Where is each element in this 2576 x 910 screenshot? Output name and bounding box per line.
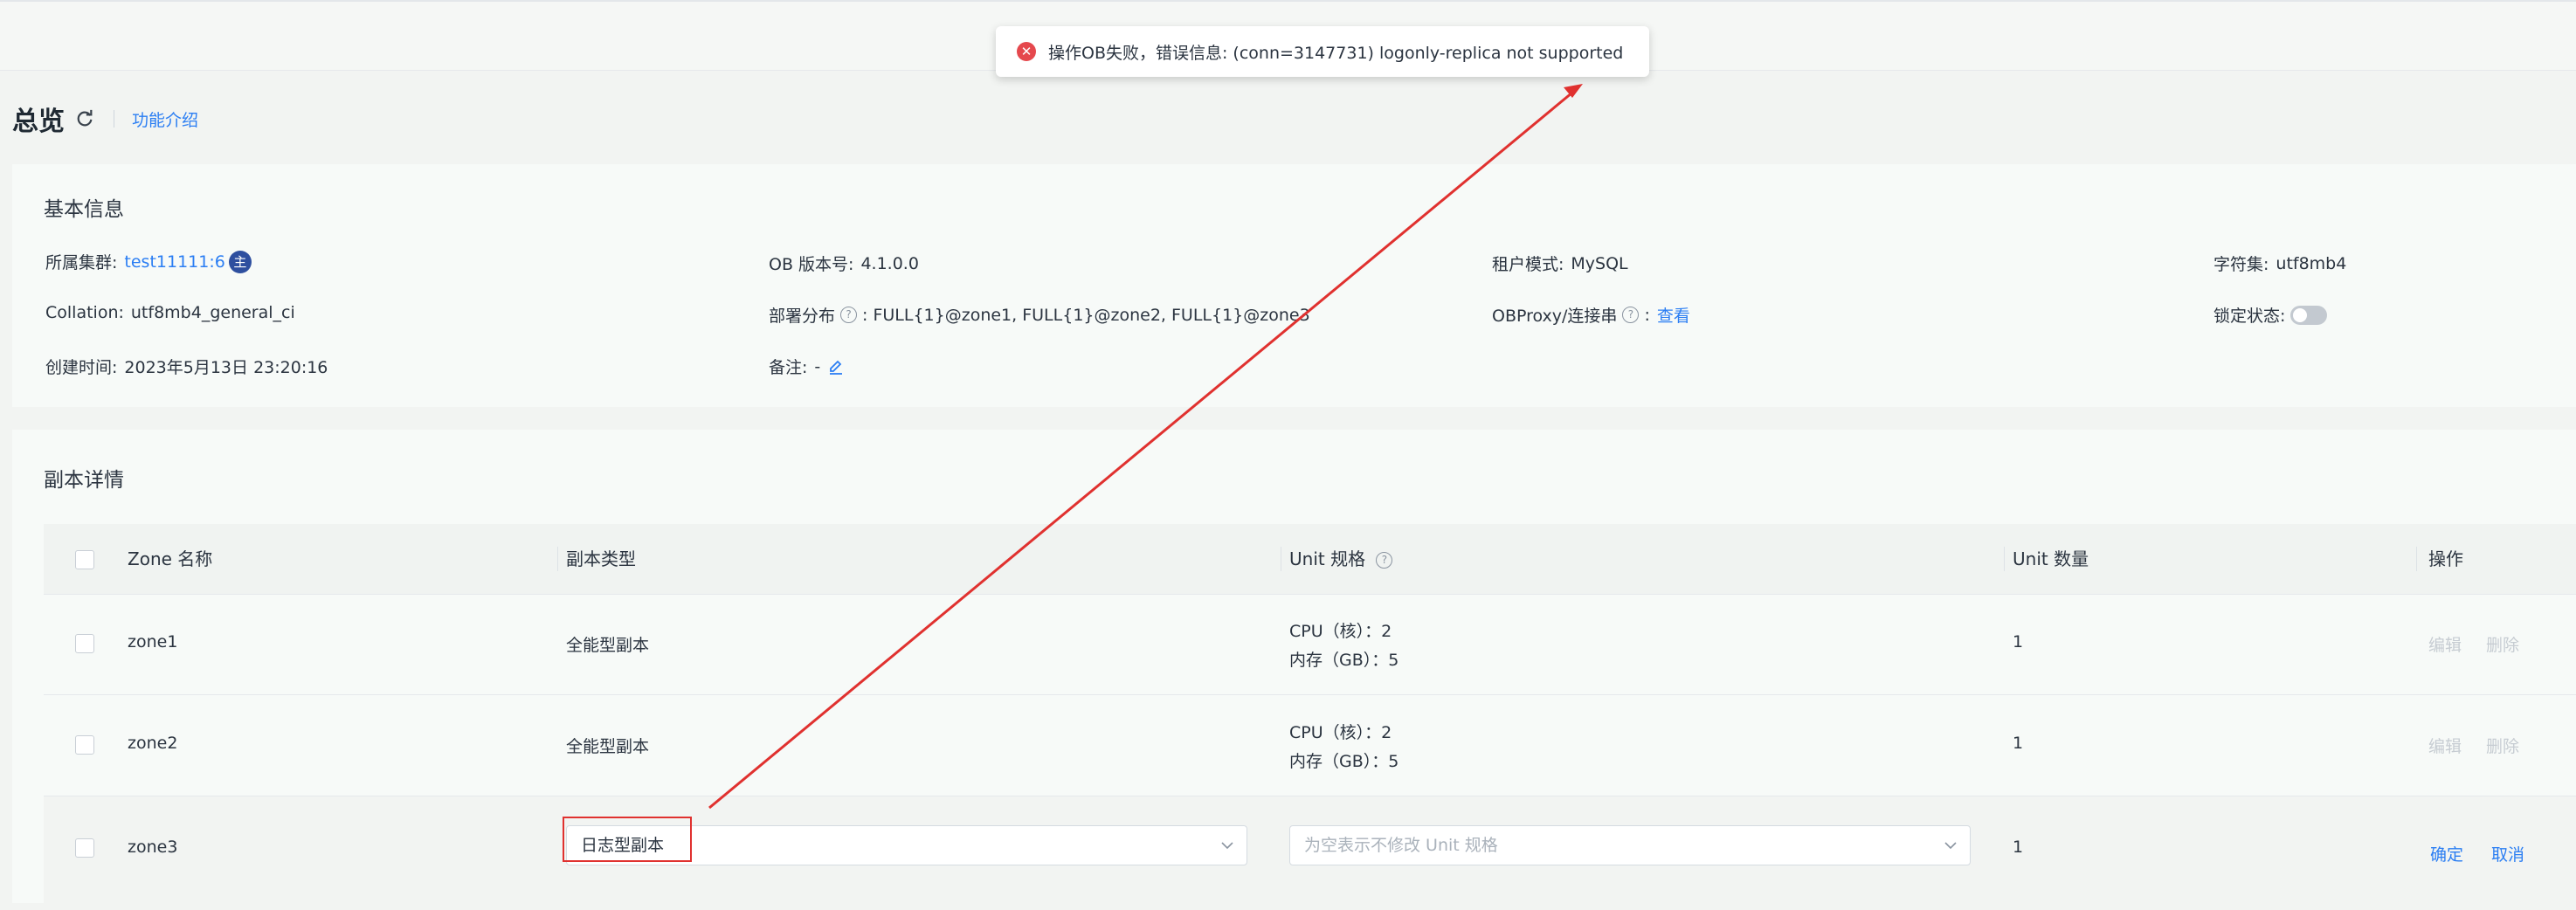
confirm-button[interactable]: 确定 (2430, 842, 2463, 865)
column-header-unit-spec: Unit 规格 ? (1289, 524, 1398, 594)
refresh-icon[interactable] (75, 109, 94, 128)
remark-value: - (814, 356, 821, 376)
charset-field: 字符集: utf8mb4 (2213, 252, 2346, 275)
help-circle-icon[interactable]: ? (840, 307, 858, 323)
zone-name: zone1 (128, 632, 178, 651)
created-label: 创建时间: (45, 358, 118, 377)
lock-field: 锁定状态: (2213, 303, 2328, 327)
error-toast: ✕ 操作OB失败，错误信息: (conn=3147731) logonly-re… (996, 26, 1649, 77)
version-value: 4.1.0.0 (860, 253, 919, 273)
replica-card: 副本详情 Zone 名称 副本类型 Unit 规格 ? Unit 数量 操作 z… (12, 430, 2576, 910)
unit-memory: 内存（GB）：5 (1289, 651, 1399, 670)
unit-cpu: CPU（核）：2 (1289, 622, 1392, 641)
cluster-link[interactable]: test11111:6 (124, 252, 224, 272)
chevron-down-icon (1221, 842, 1233, 850)
help-link[interactable]: 功能介绍 (132, 107, 198, 131)
column-divider (2004, 547, 2005, 571)
remark-label: 备注: (769, 358, 808, 377)
remark-field: 备注: - (769, 355, 845, 378)
collation-label: Collation: (45, 303, 124, 322)
collation-value: utf8mb4_general_ci (130, 303, 295, 322)
basic-info-title: 基本信息 (44, 198, 124, 221)
help-circle-icon[interactable]: ? (1376, 552, 1393, 569)
collation-field: Collation: utf8mb4_general_ci (45, 303, 295, 322)
tenant-mode-field: 租户模式: MySQL (1492, 252, 1628, 275)
cancel-button[interactable]: 取消 (2491, 842, 2524, 865)
replica-type: 全能型副本 (566, 636, 650, 655)
created-field: 创建时间: 2023年5月13日 23:20:16 (45, 355, 328, 378)
charset-label: 字符集: (2213, 255, 2269, 274)
table-row: zone1 全能型副本 CPU（核）：2 内存（GB）：5 1 编辑 删除 (44, 594, 2576, 695)
cluster-field: 所属集群: test11111:6 主 (45, 250, 252, 273)
unit-spec-select[interactable]: 为空表示不修改 Unit 规格 (1289, 825, 1971, 865)
unit-spec-label: Unit 规格 (1289, 548, 1366, 569)
tenant-mode-value: MySQL (1571, 253, 1628, 273)
page-title: 总览 (12, 107, 65, 137)
select-all-checkbox[interactable] (75, 550, 94, 569)
unit-count: 1 (2013, 838, 2024, 857)
column-header-unit-count: Unit 数量 (2013, 548, 2089, 569)
tenant-mode-label: 租户模式: (1492, 255, 1564, 274)
edit-button[interactable]: 编辑 (2428, 734, 2462, 757)
delete-button[interactable]: 删除 (2486, 734, 2519, 757)
unit-spec-placeholder: 为空表示不修改 Unit 规格 (1304, 836, 1498, 855)
charset-value: utf8mb4 (2276, 253, 2347, 273)
unit-count: 1 (2013, 734, 2024, 753)
column-header-zone: Zone 名称 (128, 548, 213, 569)
row-checkbox[interactable] (75, 735, 94, 755)
cluster-label: 所属集群: (45, 253, 118, 272)
primary-badge: 主 (228, 250, 252, 273)
unit-count: 1 (2013, 632, 2024, 651)
error-circle-icon: ✕ (1017, 42, 1036, 61)
table-row-editing: zone3 日志型副本 为空表示不修改 Unit 规格 1 确定 取消 (44, 796, 2576, 910)
version-field: OB 版本号: 4.1.0.0 (769, 252, 919, 275)
column-header-actions: 操作 (2428, 548, 2463, 569)
edit-pencil-icon[interactable] (827, 358, 845, 376)
deploy-value: : FULL{1}@zone1, FULL{1}@zone2, FULL{1}@… (862, 305, 1310, 325)
obproxy-field: OBProxy/连接串 ? : 查看 (1492, 303, 1690, 327)
obproxy-view-link[interactable]: 查看 (1657, 303, 1690, 327)
basic-info-card: 基本信息 所属集群: test11111:6 主 OB 版本号: 4.1.0.0… (12, 164, 2576, 407)
row-checkbox[interactable] (75, 838, 94, 858)
lock-toggle[interactable] (2290, 305, 2328, 325)
column-header-type: 副本类型 (566, 548, 636, 569)
lock-label: 锁定状态: (2213, 307, 2286, 326)
table-header: Zone 名称 副本类型 Unit 规格 ? Unit 数量 操作 (44, 524, 2576, 595)
replica-title: 副本详情 (44, 469, 124, 492)
row-checkbox[interactable] (75, 634, 94, 653)
delete-button[interactable]: 删除 (2486, 632, 2519, 656)
edit-button[interactable]: 编辑 (2428, 632, 2462, 656)
toast-message: 操作OB失败，错误信息: (conn=3147731) logonly-repl… (1048, 43, 1624, 63)
column-divider (2416, 547, 2417, 571)
zone-name: zone3 (128, 838, 178, 857)
chevron-down-icon (1944, 842, 1957, 850)
column-divider (557, 547, 558, 571)
unit-cpu: CPU（核）：2 (1289, 723, 1392, 742)
replica-type: 全能型副本 (566, 737, 650, 756)
created-value: 2023年5月13日 23:20:16 (124, 358, 328, 377)
table-row: zone2 全能型副本 CPU（核）：2 内存（GB）：5 1 编辑 删除 (44, 695, 2576, 796)
deploy-field: 部署分布 ? : FULL{1}@zone1, FULL{1}@zone2, F… (769, 303, 1310, 327)
zone-name: zone2 (128, 734, 178, 753)
version-label: OB 版本号: (769, 255, 854, 274)
obproxy-label: OBProxy/连接串 (1492, 307, 1618, 326)
annotation-highlight-box (563, 817, 692, 862)
help-circle-icon[interactable]: ? (1622, 307, 1640, 323)
deploy-label: 部署分布 (769, 307, 836, 326)
unit-memory: 内存（GB）：5 (1289, 752, 1399, 771)
page-header: 总览 功能介绍 (12, 98, 198, 140)
